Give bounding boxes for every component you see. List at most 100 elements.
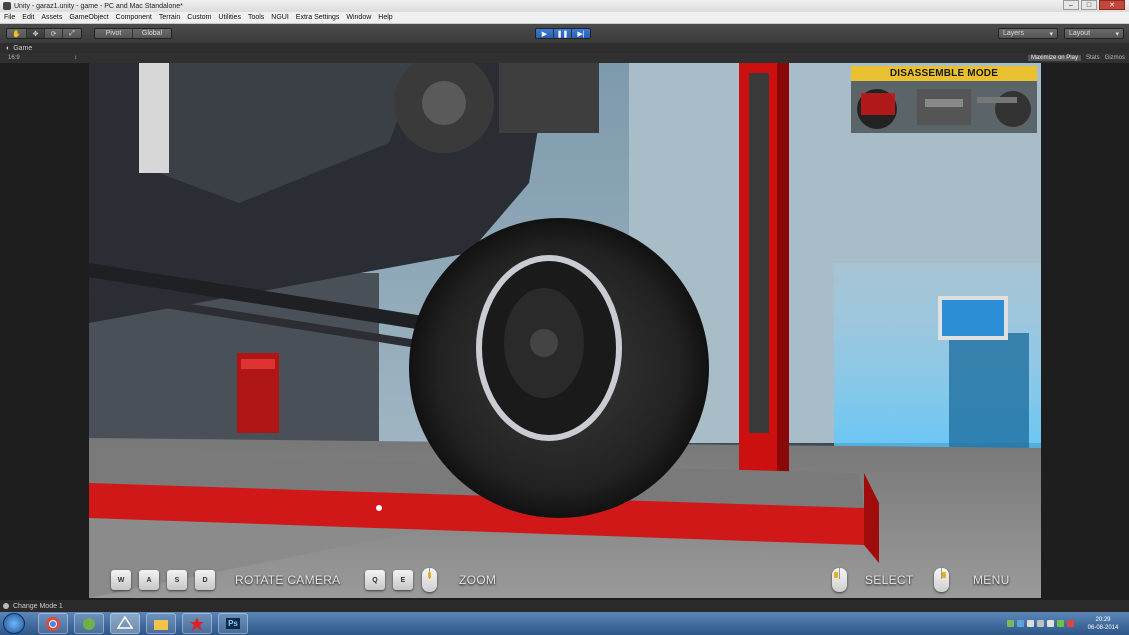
mode-panel[interactable]: DISASSEMBLE MODE [851,66,1037,134]
status-bar: Change Mode 1 [0,600,1129,612]
menu-terrain[interactable]: Terrain [159,14,180,21]
menu-help[interactable]: Help [378,14,392,21]
explorer-taskbar-button[interactable] [146,613,176,634]
red-splash-icon [190,616,204,631]
key-q: Q [365,570,385,590]
menu-extra-settings[interactable]: Extra Settings [296,14,340,21]
play-controls: ▶ ❚❚ ▶| [535,28,591,39]
menu-assets[interactable]: Assets [41,14,62,21]
menu-file[interactable]: File [4,14,15,21]
photoshop-taskbar-button[interactable]: Ps [218,613,248,634]
mouse-right-click-icon [934,568,949,592]
stats-toggle[interactable]: Stats [1086,55,1100,61]
layers-label: Layers [1003,30,1025,37]
maximize-on-play-toggle[interactable]: Maximize on Play [1027,55,1081,61]
status-message: Change Mode 1 [13,602,63,610]
aspect-dropdown[interactable]: 16:9 [8,55,20,61]
menu-component[interactable]: Component [116,14,152,21]
play-button[interactable]: ▶ [536,29,554,38]
game-tab-label: Game [13,44,33,52]
transform-tools: ✋ ✥ ⟳ ⤢ [6,28,82,39]
rotate-icon: ⟳ [50,30,57,38]
mode-thumb-2[interactable] [913,81,975,133]
taskbar-clock[interactable]: 20:29 06-08-2014 [1081,616,1125,632]
key-s: S [167,570,187,590]
layers-dropdown[interactable]: Layers ▾ [998,28,1058,39]
network-tray-icon[interactable] [1047,620,1054,627]
network-app-taskbar-button[interactable] [74,613,104,634]
chrome-taskbar-button[interactable] [38,613,68,634]
unity-icon [3,2,11,10]
key-w: W [111,570,131,590]
mode-thumb-1[interactable] [851,81,913,133]
move-icon: ✥ [32,30,39,38]
hand-icon: ✋ [12,30,21,38]
game-viewport[interactable]: DISASSEMBLE MODE W A S D ROTATE CAMERA Q… [89,63,1041,598]
tray-icon-1[interactable] [1007,620,1014,627]
aspect-dropdown-icon: ↕ [74,55,77,61]
gizmos-dropdown[interactable]: Gizmos [1105,55,1125,61]
maximize-button[interactable]: □ [1081,0,1097,10]
menu-utilities[interactable]: Utilities [218,14,241,21]
zoom-label: ZOOM [459,573,497,587]
mode-thumbnails [851,81,1037,133]
window-title: Unity - garaz1.unity - game - PC and Mac… [14,2,183,10]
control-hints: W A S D ROTATE CAMERA Q E ZOOM SELECT ME… [89,562,1041,598]
speaker-icon[interactable] [1037,620,1044,627]
mouse-left-click-icon [832,568,847,592]
pause-button[interactable]: ❚❚ [554,29,572,38]
clock-time: 20:29 [1095,616,1111,623]
windows-taskbar: Ps 20:29 06-08-2014 [0,612,1129,635]
menu-edit[interactable]: Edit [22,14,34,21]
minimize-button[interactable]: – [1063,0,1079,10]
move-tool-button[interactable]: ✥ [27,29,45,38]
global-label: Global [141,30,163,37]
game-view-toolbar: 16:9 ↕ Maximize on Play Stats Gizmos [0,53,1129,63]
rotate-camera-label: ROTATE CAMERA [235,573,341,587]
mode-title: DISASSEMBLE MODE [851,66,1037,81]
tray-icon-6[interactable] [1057,620,1064,627]
menu-ngui[interactable]: NGUI [271,14,289,21]
step-button[interactable]: ▶| [572,29,590,38]
pivot-label: Pivot [105,30,122,37]
scale-tool-button[interactable]: ⤢ [63,29,81,38]
play-icon: ▶ [541,30,548,38]
tray-icon-2[interactable] [1017,620,1024,627]
layout-label: Layout [1069,30,1091,37]
menu-tools[interactable]: Tools [248,14,264,21]
key-d: D [195,570,215,590]
menu-custom[interactable]: Custom [187,14,211,21]
rotate-tool-button[interactable]: ⟳ [45,29,63,38]
unity-taskbar-button[interactable] [110,613,140,634]
editor-toolbar: ✋ ✥ ⟳ ⤢ Pivot Global ▶ ❚❚ ▶| Layers ▾ La… [0,24,1129,43]
unity-logo-icon [117,615,133,629]
flag-icon[interactable] [1027,620,1034,627]
chevron-down-icon: ▾ [1115,31,1119,38]
system-tray: 20:29 06-08-2014 [1007,612,1129,635]
pivot-button[interactable]: Pivot [95,29,133,38]
hand-tool-button[interactable]: ✋ [7,29,27,38]
garage-scene [89,63,1041,598]
pause-icon: ❚❚ [556,30,569,38]
pivot-toggles: Pivot Global [94,28,172,39]
layout-dropdown[interactable]: Layout ▾ [1064,28,1124,39]
tray-icon-7[interactable] [1067,620,1074,627]
start-button[interactable] [3,613,25,634]
key-e: E [393,570,413,590]
select-label: SELECT [865,573,914,587]
paint-app-taskbar-button[interactable] [182,613,212,634]
network-icon [83,617,95,630]
menu-gameobject[interactable]: GameObject [69,14,108,21]
menu-label: MENU [973,573,1010,587]
window-controls: – □ ✕ [1063,0,1125,10]
info-icon [3,603,9,609]
global-button[interactable]: Global [133,29,171,38]
close-button[interactable]: ✕ [1099,0,1125,10]
game-tab[interactable]: ◐ Game [0,43,1129,53]
window-titlebar: Unity - garaz1.unity - game - PC and Mac… [0,0,1129,12]
game-tab-icon: ◐ [6,44,11,52]
menu-window[interactable]: Window [346,14,371,21]
folder-icon [154,619,168,630]
chrome-icon [46,616,60,631]
mode-thumb-3[interactable] [975,81,1037,133]
